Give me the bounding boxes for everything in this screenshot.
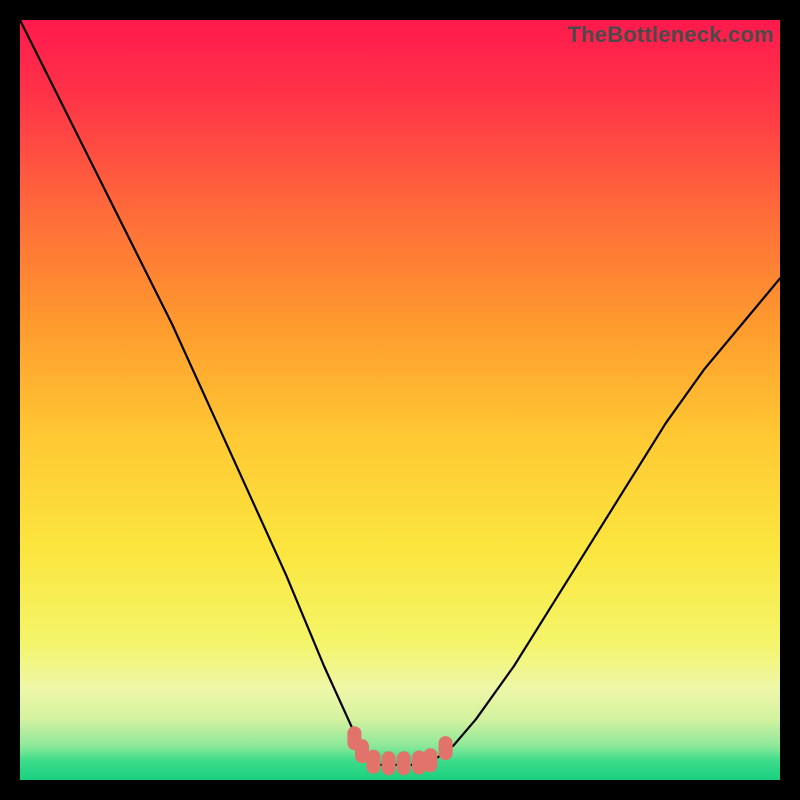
curve-marker: [439, 736, 453, 760]
curve-marker: [366, 750, 380, 774]
curve-marker: [423, 748, 437, 772]
watermark-text: TheBottleneck.com: [568, 22, 774, 48]
chart-frame: TheBottleneck.com: [20, 20, 780, 780]
curve-marker: [382, 751, 396, 775]
bottleneck-curve: [20, 20, 780, 780]
curve-marker: [397, 751, 411, 775]
